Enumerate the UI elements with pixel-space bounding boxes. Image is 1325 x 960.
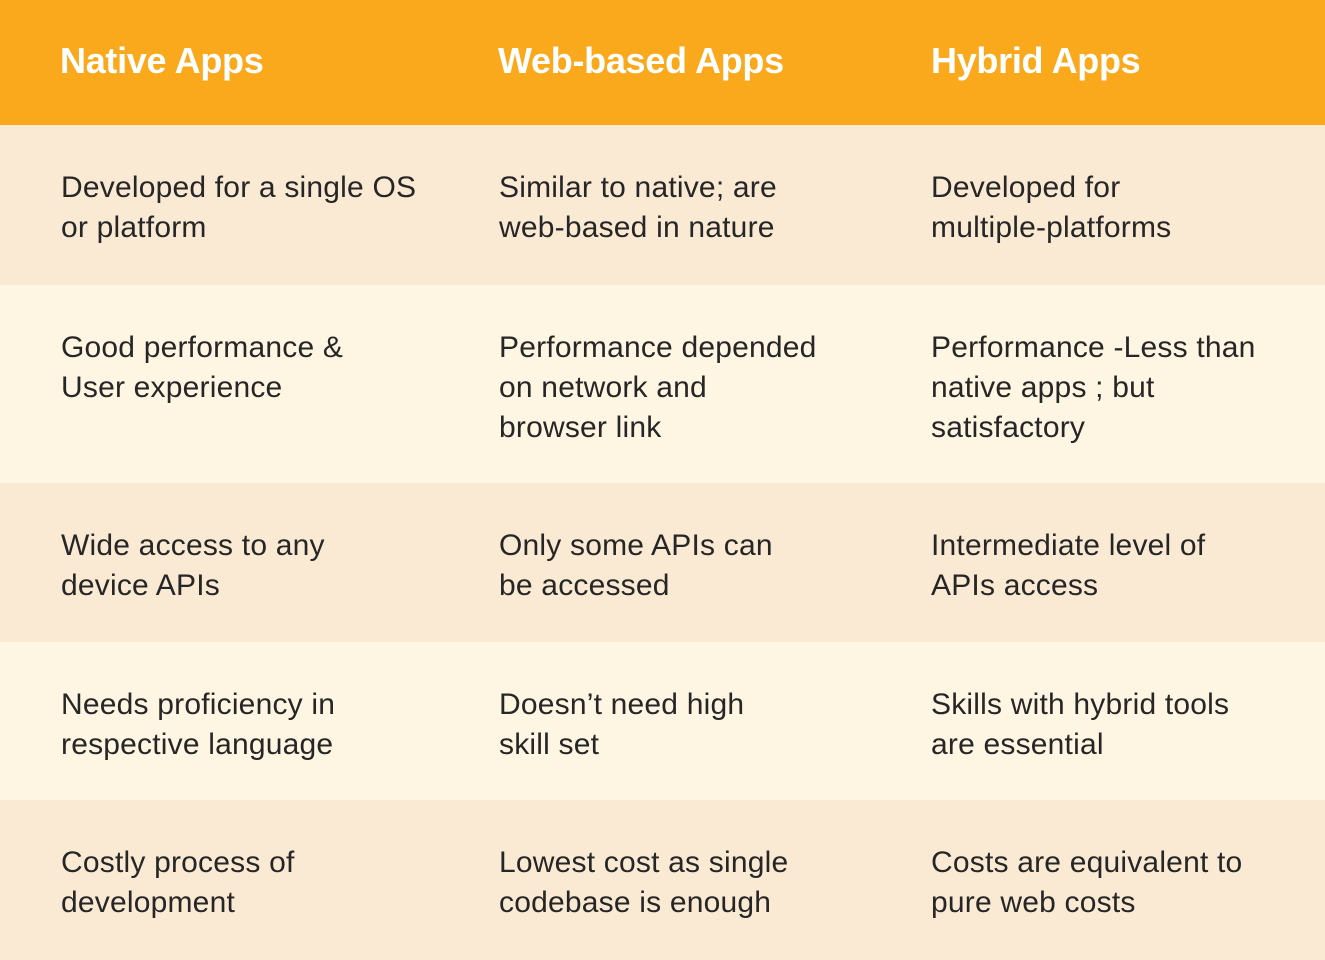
cell-text-line: Needs proficiency in (61, 688, 336, 721)
cell-text-line: Performance -Less than (931, 331, 1256, 364)
cell-text-line: satisfactory (931, 411, 1086, 444)
cell-text-line: respective language (61, 728, 334, 761)
cell-native: Needs proficiency in respective language (61, 685, 335, 765)
table-row: Good performance & User experience Perform… (0, 285, 1325, 483)
cell-text-line: Costly process of (61, 846, 295, 879)
cell-text-line: codebase is enough (499, 886, 772, 919)
cell-hybrid: Skills with hybrid tools are essential (931, 685, 1229, 765)
cell-native: Good performance & User experience (61, 328, 343, 408)
cell-text-line: pure web costs (931, 886, 1136, 919)
table-header: Native Apps Web-based Apps Hybrid Apps (0, 0, 1325, 125)
cell-text-line: Only some APIs can (499, 529, 773, 562)
cell-text-line: User experience (61, 371, 283, 404)
table-row: Costly process of development Lowest cost … (0, 800, 1325, 960)
cell-text-line: Lowest cost as single (499, 846, 789, 879)
cell-text-line: be accessed (499, 569, 670, 602)
cell-text-line: APIs access (931, 569, 1099, 602)
cell-hybrid: Performance -Less than native apps ; but s… (931, 328, 1256, 448)
cell-text-line: Developed for a single OS (61, 171, 417, 204)
cell-web: Lowest cost as single codebase is enough (499, 843, 788, 923)
header-hybrid-apps: Hybrid Apps (931, 40, 1141, 81)
comparison-table: Native Apps Web-based Apps Hybrid Apps D… (0, 0, 1325, 960)
cell-text-line: Skills with hybrid tools (931, 688, 1230, 721)
cell-text-line: web-based in nature (499, 211, 775, 244)
cell-text-line: development (61, 886, 235, 919)
cell-text-line: Wide access to any (61, 529, 325, 562)
table-row: Wide access to any device APIs Only some A… (0, 483, 1325, 642)
cell-native: Developed for a single OS or platform (61, 168, 416, 248)
cell-text-line: multiple-platforms (931, 211, 1172, 244)
table-row: Needs proficiency in respective language D… (0, 642, 1325, 800)
cell-text-line: browser link (499, 411, 662, 444)
cell-web: Only some APIs can be accessed (499, 526, 773, 606)
cell-text-line: Doesn’t need high (499, 688, 745, 721)
cell-text-line: or platform (61, 211, 207, 244)
cell-web: Doesn’t need high skill set (499, 685, 744, 765)
cell-native: Costly process of development (61, 843, 294, 923)
cell-text-line: Similar to native; are (499, 171, 777, 204)
cell-text-line: Developed for (931, 171, 1121, 204)
cell-web: Performance depended on network and browse… (499, 328, 817, 448)
cell-text-line: are essential (931, 728, 1104, 761)
cell-native: Wide access to any device APIs (61, 526, 325, 606)
header-web-based-apps: Web-based Apps (498, 40, 784, 81)
cell-text-line: Costs are equivalent to (931, 846, 1243, 879)
cell-text-line: device APIs (61, 569, 220, 602)
header-native-apps: Native Apps (60, 40, 264, 81)
cell-hybrid: Intermediate level of APIs access (931, 526, 1205, 606)
cell-text-line: Performance depended (499, 331, 817, 364)
cell-hybrid: Developed for multiple-platforms (931, 168, 1171, 248)
cell-web: Similar to native; are web-based in natur… (499, 168, 777, 248)
cell-text-line: Intermediate level of (931, 529, 1206, 562)
cell-text-line: native apps ; but (931, 371, 1155, 404)
cell-text-line: skill set (499, 728, 600, 761)
cell-text-line: Good performance & (61, 331, 344, 364)
cell-text-line: on network and (499, 371, 707, 404)
cell-hybrid: Costs are equivalent to pure web costs (931, 843, 1242, 923)
table-row: Developed for a single OS or platform Simi… (0, 125, 1325, 285)
